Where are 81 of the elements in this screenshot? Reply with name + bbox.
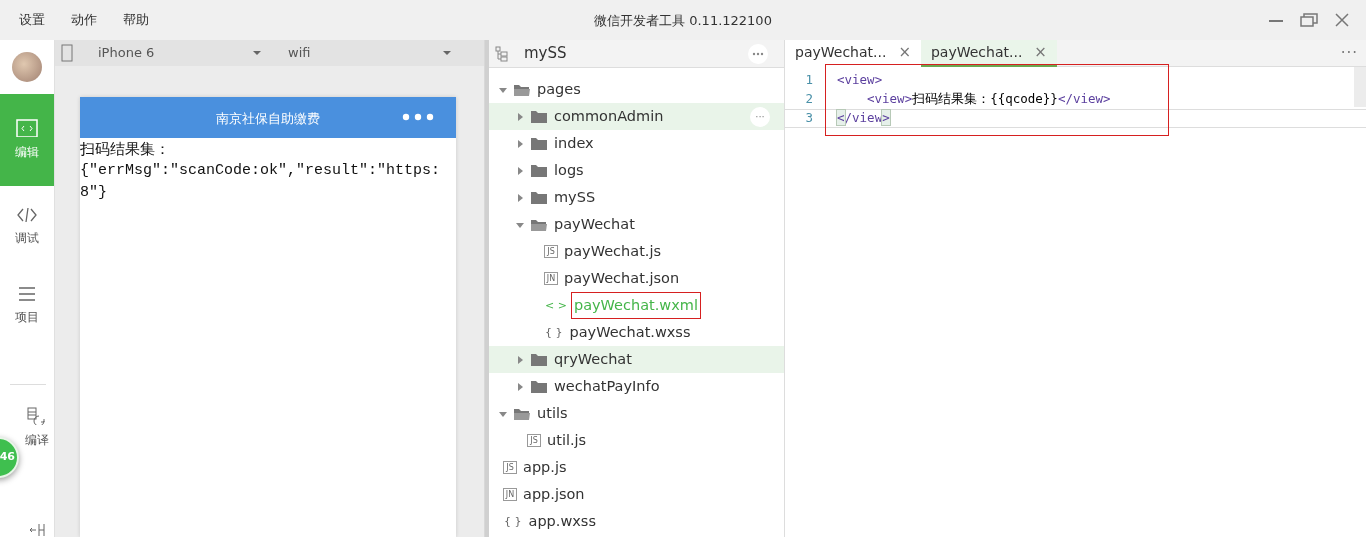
tree-item[interactable]: wechatPayInfo bbox=[489, 373, 784, 400]
file-icon: JN bbox=[503, 488, 517, 501]
caret-icon[interactable] bbox=[516, 382, 524, 391]
tree-item[interactable]: JS app.js bbox=[489, 454, 784, 481]
result-text: {"errMsg":"scanCode:ok","result":"https: bbox=[80, 161, 442, 181]
folder-icon bbox=[530, 379, 548, 394]
tree-item[interactable]: pages bbox=[489, 76, 784, 103]
more-button[interactable]: ··· bbox=[750, 106, 770, 127]
more-button[interactable] bbox=[748, 43, 768, 64]
window-title: 微信开发者工具 0.11.122100 bbox=[594, 12, 772, 30]
tree-item[interactable]: logs bbox=[489, 157, 784, 184]
line-number: 1 bbox=[804, 71, 814, 90]
page-title: 南京社保自助缴费 bbox=[216, 110, 320, 128]
result-text: 8"} bbox=[80, 183, 108, 203]
caret-icon[interactable] bbox=[499, 409, 507, 418]
file-icon: { } bbox=[503, 516, 523, 527]
caret-icon[interactable] bbox=[516, 355, 524, 364]
folder-icon bbox=[530, 109, 548, 124]
tree-item[interactable]: commonAdmin ··· bbox=[489, 103, 784, 130]
more-icon bbox=[752, 51, 764, 56]
code-text: <view>扫码结果集：{{qcode}}</view> bbox=[867, 90, 1111, 109]
caret-icon[interactable] bbox=[499, 85, 507, 94]
caret-icon[interactable] bbox=[516, 112, 524, 121]
edit-icon bbox=[16, 118, 38, 137]
split-icon bbox=[28, 523, 46, 537]
folder-icon bbox=[530, 136, 548, 151]
line-number: 3 bbox=[804, 109, 814, 128]
tree-item[interactable]: payWechat bbox=[489, 211, 784, 238]
file-icon: JS bbox=[544, 245, 558, 258]
folder-icon bbox=[530, 190, 548, 205]
caret-icon[interactable] bbox=[516, 139, 524, 148]
file-icon: { } bbox=[544, 327, 564, 338]
caret-icon bbox=[252, 50, 262, 56]
folder-icon bbox=[513, 82, 531, 97]
tree-item[interactable]: mySS bbox=[489, 184, 784, 211]
caret-icon[interactable] bbox=[516, 166, 524, 175]
caret-icon[interactable] bbox=[516, 193, 524, 202]
file-icon: < > bbox=[544, 300, 568, 311]
code-text: <view> bbox=[837, 71, 883, 90]
tree-item[interactable]: qryWechat bbox=[489, 346, 784, 373]
sidebar-tab[interactable]: 调试 bbox=[0, 185, 54, 266]
tree-item[interactable]: utils bbox=[489, 400, 784, 427]
tree-item[interactable]: JN app.json bbox=[489, 481, 784, 508]
close-button[interactable]: × bbox=[898, 41, 911, 64]
compile-icon bbox=[26, 407, 48, 426]
line-number: 2 bbox=[804, 90, 814, 109]
sidebar-tab[interactable]: 编译 bbox=[20, 385, 54, 476]
tree-item[interactable]: index bbox=[489, 130, 784, 157]
tree-item[interactable]: JN payWechat.json bbox=[489, 265, 784, 292]
device-select[interactable]: iPhone 6 bbox=[82, 43, 272, 63]
close-icon[interactable] bbox=[1334, 12, 1350, 28]
more-button[interactable]: ··· bbox=[1340, 41, 1358, 65]
network-select[interactable]: wifi bbox=[272, 43, 462, 63]
folder-icon bbox=[530, 352, 548, 367]
sidebar-tab[interactable]: 项目 bbox=[0, 265, 54, 346]
menu-item[interactable]: 设置 bbox=[19, 10, 45, 30]
tree-item[interactable]: JS util.js bbox=[489, 427, 784, 454]
close-button[interactable]: × bbox=[1034, 41, 1047, 64]
file-icon: JS bbox=[503, 461, 517, 474]
result-label: 扫码结果集： bbox=[80, 139, 171, 160]
avatar[interactable] bbox=[12, 52, 42, 82]
caret-icon bbox=[442, 50, 452, 56]
tree-item[interactable]: { } app.wxss bbox=[489, 508, 784, 535]
menu-item[interactable]: 帮助 bbox=[123, 10, 149, 30]
folder-icon bbox=[513, 406, 531, 421]
project-name: mySS bbox=[524, 43, 567, 65]
editor-tab[interactable]: payWechat... × bbox=[920, 40, 1057, 67]
menu-item[interactable]: 动作 bbox=[71, 10, 97, 30]
file-icon: JS bbox=[527, 434, 541, 447]
more-icon[interactable] bbox=[402, 113, 434, 121]
folder-icon bbox=[530, 163, 548, 178]
tree-icon[interactable] bbox=[494, 45, 510, 62]
caret-icon[interactable] bbox=[516, 220, 524, 229]
tree-item[interactable]: { } payWechat.wxss bbox=[489, 319, 784, 346]
phone-icon[interactable] bbox=[60, 44, 74, 62]
editor-tab[interactable]: payWechat... × bbox=[785, 40, 921, 67]
file-icon: JN bbox=[544, 272, 558, 285]
tree-item[interactable]: JS payWechat.js bbox=[489, 238, 784, 265]
folder-icon bbox=[530, 217, 548, 232]
menu-icon bbox=[16, 284, 38, 303]
maximize-icon[interactable] bbox=[1300, 12, 1318, 28]
